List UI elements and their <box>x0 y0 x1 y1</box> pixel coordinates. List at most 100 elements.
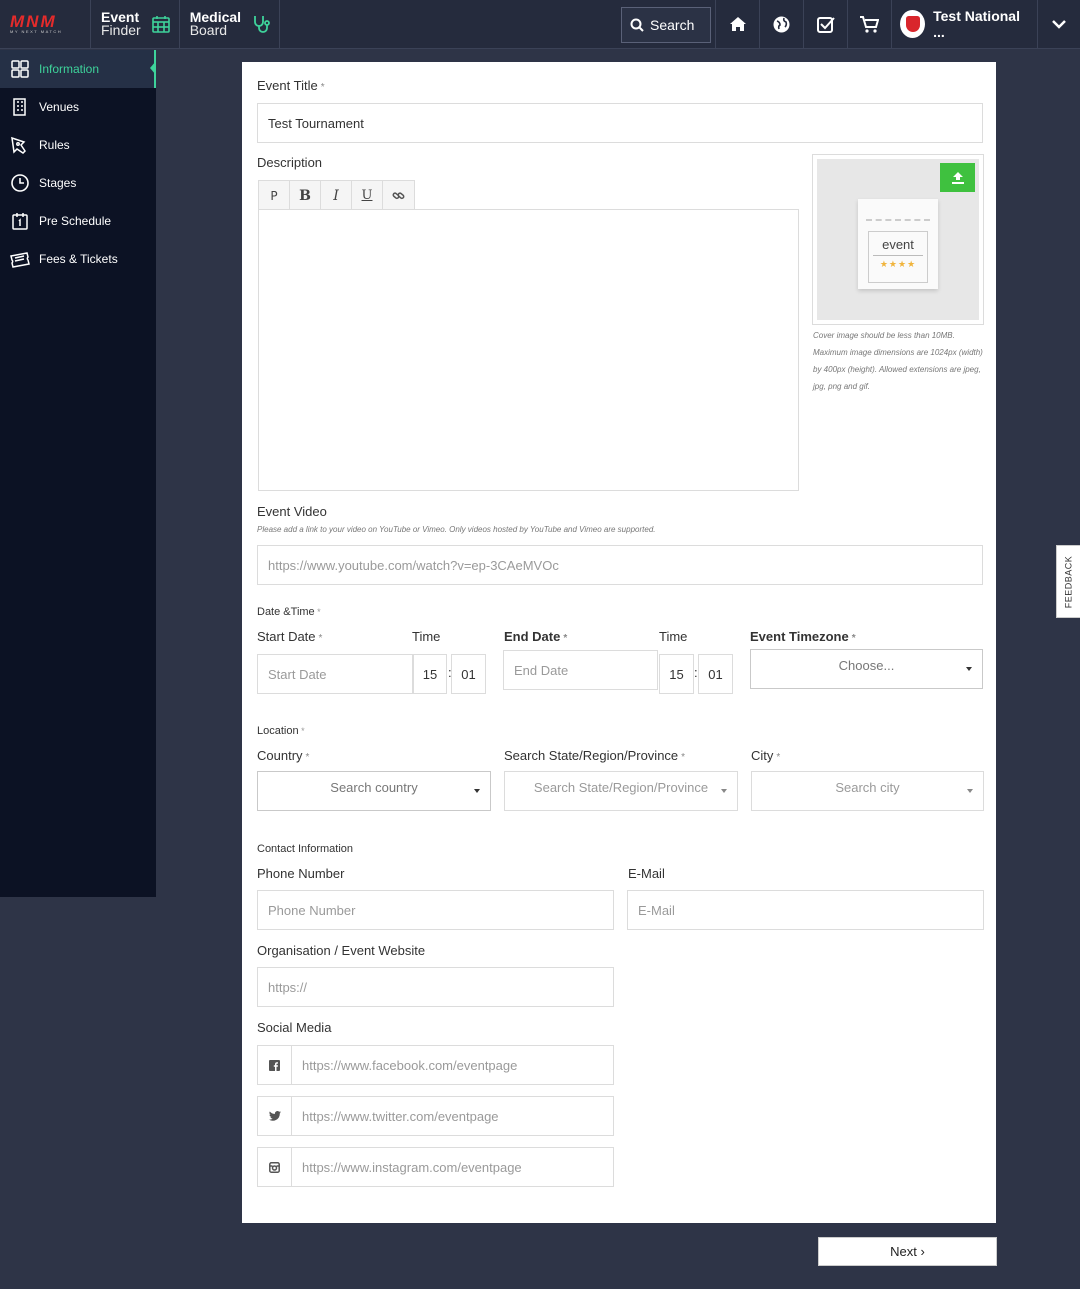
start-minute-input[interactable]: 01 <box>451 654 486 694</box>
link-icon <box>392 192 405 200</box>
date-time-section-label: Date &Time * <box>257 606 321 618</box>
pen-icon <box>11 136 26 154</box>
caret-down-icon <box>966 667 972 671</box>
search-button[interactable]: Search <box>621 7 711 43</box>
instagram-icon <box>257 1147 292 1187</box>
twitter-icon <box>257 1096 292 1136</box>
medical-board-link[interactable]: Medical Board <box>180 0 281 48</box>
cart-button[interactable] <box>847 0 891 48</box>
clock-icon <box>11 174 29 192</box>
description-label: Description <box>257 155 323 170</box>
event-finder-line2: Finder <box>101 22 141 38</box>
paragraph-button[interactable]: P <box>259 181 290 210</box>
grid-icon <box>11 60 29 78</box>
italic-button[interactable]: I <box>321 181 352 210</box>
facebook-input[interactable]: https://www.facebook.com/eventpage <box>291 1045 614 1085</box>
calendar-icon <box>151 16 170 33</box>
globe-icon <box>773 16 790 32</box>
sidebar: Information Venues Rules Stages Pre Sche… <box>0 50 156 897</box>
search-label: Search <box>650 17 695 33</box>
user-name: Test National ... <box>933 8 1020 40</box>
sidebar-item-label: Stages <box>39 176 77 190</box>
start-hour-input[interactable]: 15 <box>413 654 447 694</box>
event-finder-link[interactable]: Event Finder <box>91 0 180 48</box>
sidebar-item-fees-tickets[interactable]: Fees & Tickets <box>0 240 156 278</box>
cover-image: event ★★★★ <box>812 154 984 325</box>
event-title-label: Event Title * <box>257 78 325 93</box>
twitter-input[interactable]: https://www.twitter.com/eventpage <box>291 1096 614 1136</box>
timezone-label: Event Timezone * <box>750 629 856 644</box>
location-section-label: Location * <box>257 725 305 737</box>
editor-toolbar: P B I U <box>258 180 415 210</box>
country-label: Country * <box>257 748 310 763</box>
cover-image-hint: Cover image should be less than 10MB. Ma… <box>813 331 983 391</box>
sidebar-item-stages[interactable]: Stages <box>0 164 156 202</box>
upload-icon <box>951 171 964 184</box>
home-icon <box>729 17 746 31</box>
event-form-panel: Event Title * Test Tournament Description… <box>242 62 996 1223</box>
description-editor[interactable] <box>258 209 799 491</box>
sidebar-item-venues[interactable]: Venues <box>0 88 156 126</box>
state-select[interactable]: Search State/Region/Province <box>504 771 738 811</box>
calendar-day-icon <box>12 213 28 230</box>
sidebar-item-information[interactable]: Information <box>0 50 156 88</box>
medical-board-line2: Board <box>189 22 228 38</box>
facebook-icon <box>257 1045 292 1085</box>
timezone-select[interactable]: Choose... <box>750 649 983 689</box>
start-date-label: Start Date * <box>257 629 323 644</box>
contact-section-label: Contact Information <box>257 843 353 855</box>
underline-button[interactable]: U <box>352 181 383 210</box>
shield-icon <box>905 16 920 32</box>
timezone-value: Choose... <box>838 658 895 673</box>
email-label: E-Mail <box>628 866 665 881</box>
state-label: Search State/Region/Province * <box>504 748 686 763</box>
phone-label: Phone Number <box>257 866 345 881</box>
social-media-label: Social Media <box>257 1020 332 1035</box>
feedback-label: FEEDBACK <box>1063 555 1074 608</box>
stethoscope-icon <box>254 16 270 33</box>
tasks-button[interactable] <box>803 0 847 48</box>
event-video-hint: Please add a link to your video on YouTu… <box>257 525 656 534</box>
link-button[interactable] <box>383 181 414 210</box>
stars-icon: ★★★★ <box>879 258 917 269</box>
sidebar-item-label: Fees & Tickets <box>39 252 118 266</box>
top-bar: MNM MY NEXT MATCH Event Finder Medical B… <box>0 0 1080 49</box>
end-minute-input[interactable]: 01 <box>698 654 733 694</box>
user-menu[interactable]: Test National ... <box>891 0 1037 48</box>
start-date-input[interactable]: Start Date <box>257 654 413 694</box>
end-date-label: End Date * <box>504 629 568 644</box>
chevron-down-icon <box>1052 19 1066 29</box>
website-input[interactable]: https:// <box>257 967 614 1007</box>
event-video-input[interactable]: https://www.youtube.com/watch?v=ep-3CAeM… <box>257 545 983 585</box>
globe-button[interactable] <box>759 0 803 48</box>
country-select[interactable]: Search country <box>257 771 491 811</box>
email-input[interactable]: E-Mail <box>627 890 984 930</box>
sidebar-item-label: Information <box>39 62 100 76</box>
logo[interactable]: MNM MY NEXT MATCH <box>0 0 91 48</box>
bold-button[interactable]: B <box>290 181 321 210</box>
home-button[interactable] <box>715 0 759 48</box>
end-hour-input[interactable]: 15 <box>659 654 694 694</box>
sidebar-item-label: Rules <box>39 138 70 152</box>
sidebar-item-pre-schedule[interactable]: Pre Schedule <box>0 202 156 240</box>
phone-input[interactable]: Phone Number <box>257 890 614 930</box>
avatar <box>900 10 926 38</box>
caret-down-icon <box>721 789 727 793</box>
event-title-input[interactable]: Test Tournament <box>257 103 983 143</box>
city-select[interactable]: Search city <box>751 771 984 811</box>
sidebar-item-rules[interactable]: Rules <box>0 126 156 164</box>
sidebar-item-label: Pre Schedule <box>39 214 112 228</box>
instagram-input[interactable]: https://www.instagram.com/eventpage <box>291 1147 614 1187</box>
next-button[interactable]: Next › <box>818 1237 997 1266</box>
caret-down-icon <box>967 789 973 793</box>
checkbox-icon <box>816 16 835 33</box>
ticket-placeholder-image: event ★★★★ <box>858 198 938 289</box>
end-date-input[interactable]: End Date <box>503 650 658 690</box>
start-time-label: Time <box>412 629 441 644</box>
feedback-tab[interactable]: FEEDBACK <box>1056 545 1080 618</box>
upload-button[interactable] <box>940 163 975 192</box>
logo-tagline: MY NEXT MATCH <box>10 29 63 34</box>
user-dropdown-toggle[interactable] <box>1037 0 1080 48</box>
building-icon <box>13 98 26 116</box>
caret-down-icon <box>474 789 480 793</box>
